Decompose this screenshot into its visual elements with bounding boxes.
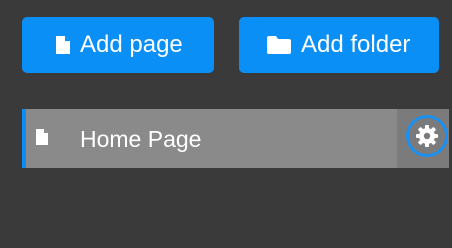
gear-icon	[415, 124, 439, 148]
file-icon	[56, 36, 70, 54]
page-label: Home Page	[80, 126, 202, 152]
page-settings-panel	[397, 109, 449, 168]
add-folder-label: Add folder	[301, 31, 411, 58]
file-icon	[36, 129, 48, 145]
add-page-label: Add page	[80, 31, 183, 58]
page-list-item-home-page[interactable]: Home Page	[22, 109, 449, 168]
folder-icon	[267, 36, 291, 54]
add-page-button[interactable]: Add page	[22, 17, 214, 73]
selected-indicator	[22, 109, 26, 168]
page-settings-button[interactable]	[406, 115, 448, 157]
add-folder-button[interactable]: Add folder	[239, 17, 439, 73]
